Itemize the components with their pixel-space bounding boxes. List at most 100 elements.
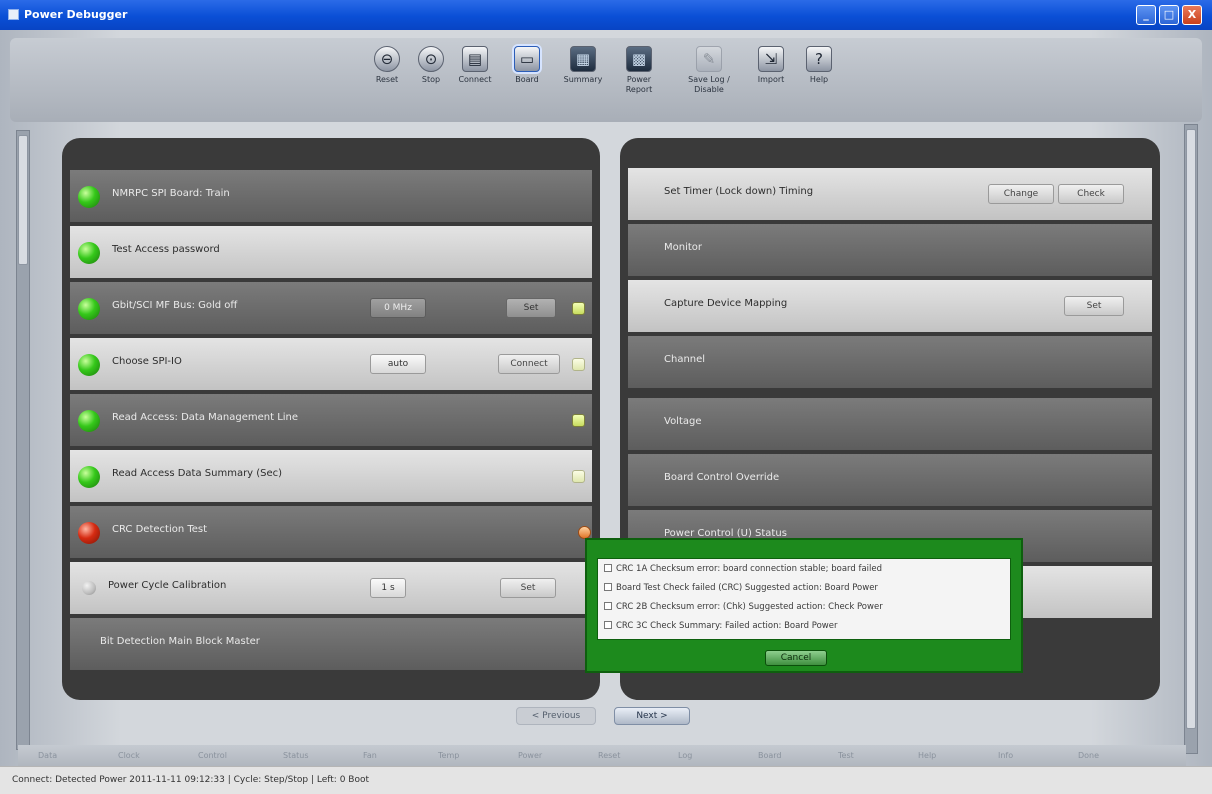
title-bar[interactable]: Power Debugger _ □ X (0, 0, 1212, 30)
bottom-tab[interactable]: Log (678, 751, 692, 760)
reset-icon: ⊖ (374, 46, 400, 72)
bottom-tab[interactable]: Temp (438, 751, 459, 760)
bottom-tab[interactable]: Help (918, 751, 936, 760)
error-line[interactable]: CRC 1A Checksum error: board connection … (604, 564, 882, 574)
row-label: NMRPC SPI Board: Train (112, 188, 230, 199)
option-row[interactable]: Set Timer (Lock down) Timing Change Chec… (628, 168, 1152, 220)
check-row[interactable]: Gbit/SCI MF Bus: Gold off 0 MHz Set (70, 282, 592, 334)
check-row[interactable]: Test Access password (70, 226, 592, 278)
indicator-icon (572, 302, 585, 315)
status-green-icon (78, 410, 100, 432)
error-line[interactable]: CRC 3C Check Summary: Failed action: Boa… (604, 621, 837, 631)
frequency-field[interactable]: 0 MHz (370, 298, 426, 318)
check-row[interactable]: Bit Detection Main Block Master (70, 618, 592, 670)
reset-tool-button[interactable]: ⊖ Reset (365, 46, 409, 85)
tool-label: Reset (375, 75, 399, 84)
bottom-tab[interactable]: Clock (118, 751, 140, 760)
popup-cancel-button[interactable]: Cancel (765, 650, 827, 666)
indicator-icon (572, 414, 585, 427)
bottom-tab[interactable]: Test (838, 751, 854, 760)
tool-label: Board (515, 75, 539, 84)
indicator-icon (572, 358, 585, 371)
bottom-tab[interactable]: Done (1078, 751, 1099, 760)
error-line[interactable]: Board Test Check failed (CRC) Suggested … (604, 583, 878, 593)
row-label: Choose SPI-IO (112, 356, 182, 367)
row-label: Voltage (664, 416, 702, 427)
option-row[interactable]: Board Control Override (628, 454, 1152, 506)
bottom-tab[interactable]: Board (758, 751, 782, 760)
tool-label: Power Report (625, 75, 653, 94)
check-button[interactable]: Check (1058, 184, 1124, 204)
right-scrollbar-thumb[interactable] (1186, 129, 1196, 729)
option-row[interactable]: Monitor (628, 224, 1152, 276)
status-text: Connect: Detected Power 2011-11-11 09:12… (12, 775, 369, 785)
status-green-icon (78, 354, 100, 376)
bottom-tab[interactable]: Fan (363, 751, 377, 760)
error-popup: CRC 1A Checksum error: board connection … (585, 538, 1023, 673)
tool-label: Summary (563, 75, 603, 84)
summary-tool-button[interactable]: ▦ Summary (561, 46, 605, 85)
connect-icon: ▤ (462, 46, 488, 72)
left-scrollbar-thumb[interactable] (18, 135, 28, 265)
power-report-tool-button[interactable]: ▩ Power Report (617, 46, 661, 95)
status-green-icon (78, 298, 100, 320)
import-icon: ⇲ (758, 46, 784, 72)
error-list: CRC 1A Checksum error: board connection … (597, 558, 1011, 640)
check-row[interactable]: Read Access Data Summary (Sec) (70, 450, 592, 502)
next-page-button[interactable]: Next > (614, 707, 690, 725)
set-button[interactable]: Set (1064, 296, 1124, 316)
report-icon: ▩ (626, 46, 652, 72)
save-log-tool-button[interactable]: ✎ Save Log / Disable (681, 46, 737, 95)
set-button[interactable]: Set (506, 298, 556, 318)
check-row[interactable]: Read Access: Data Management Line (70, 394, 592, 446)
status-green-icon (78, 466, 100, 488)
help-tool-button[interactable]: ? Help (797, 46, 841, 85)
tool-label: Import (757, 75, 785, 84)
checkbox[interactable] (604, 602, 612, 610)
close-button[interactable]: X (1182, 5, 1202, 25)
bottom-tab[interactable]: Control (198, 751, 227, 760)
duration-field[interactable]: 1 s (370, 578, 406, 598)
stop-tool-button[interactable]: ⊙ Stop (409, 46, 453, 85)
row-label: Power Cycle Calibration (108, 580, 227, 591)
right-scrollbar[interactable] (1184, 124, 1198, 754)
minimize-button[interactable]: _ (1136, 5, 1156, 25)
help-icon: ? (806, 46, 832, 72)
check-row[interactable]: CRC Detection Test (70, 506, 592, 558)
checkbox[interactable] (604, 583, 612, 591)
row-label: Gbit/SCI MF Bus: Gold off (112, 300, 238, 311)
connect-button[interactable]: Connect (498, 354, 560, 374)
bottom-tab[interactable]: Status (283, 751, 309, 760)
previous-page-button[interactable]: < Previous (516, 707, 596, 725)
checkbox[interactable] (604, 621, 612, 629)
window-title: Power Debugger (24, 8, 128, 21)
check-row[interactable]: Power Cycle Calibration 1 s Set (70, 562, 592, 614)
board-tool-button[interactable]: ▭ Board (505, 46, 549, 85)
row-label: Read Access Data Summary (Sec) (112, 468, 283, 479)
mode-field[interactable]: auto (370, 354, 426, 374)
option-row[interactable]: Capture Device Mapping Set (628, 280, 1152, 332)
bottom-tab[interactable]: Info (998, 751, 1013, 760)
status-bar: Connect: Detected Power 2011-11-11 09:12… (0, 766, 1212, 794)
change-button[interactable]: Change (988, 184, 1054, 204)
left-scrollbar[interactable] (16, 130, 30, 750)
row-label: Set Timer (Lock down) Timing (664, 186, 814, 197)
tool-label: Help (809, 75, 829, 84)
row-label: Read Access: Data Management Line (112, 412, 299, 423)
option-row[interactable]: Channel (628, 336, 1152, 388)
disabled-tool-icon: ✎ (696, 46, 722, 72)
connect-tool-button[interactable]: ▤ Connect (453, 46, 497, 85)
maximize-button[interactable]: □ (1159, 5, 1179, 25)
bottom-tab[interactable]: Data (38, 751, 57, 760)
checkbox[interactable] (604, 564, 612, 572)
set-button[interactable]: Set (500, 578, 556, 598)
row-label: Channel (664, 354, 706, 365)
bottom-tab[interactable]: Reset (598, 751, 620, 760)
bottom-tab[interactable]: Power (518, 751, 542, 760)
option-row[interactable]: Voltage (628, 398, 1152, 450)
error-line[interactable]: CRC 2B Checksum error: (Chk) Suggested a… (604, 602, 883, 612)
error-text: CRC 3C Check Summary: Failed action: Boa… (616, 621, 838, 631)
check-row[interactable]: NMRPC SPI Board: Train (70, 170, 592, 222)
import-tool-button[interactable]: ⇲ Import (749, 46, 793, 85)
check-row[interactable]: Choose SPI-IO auto Connect (70, 338, 592, 390)
